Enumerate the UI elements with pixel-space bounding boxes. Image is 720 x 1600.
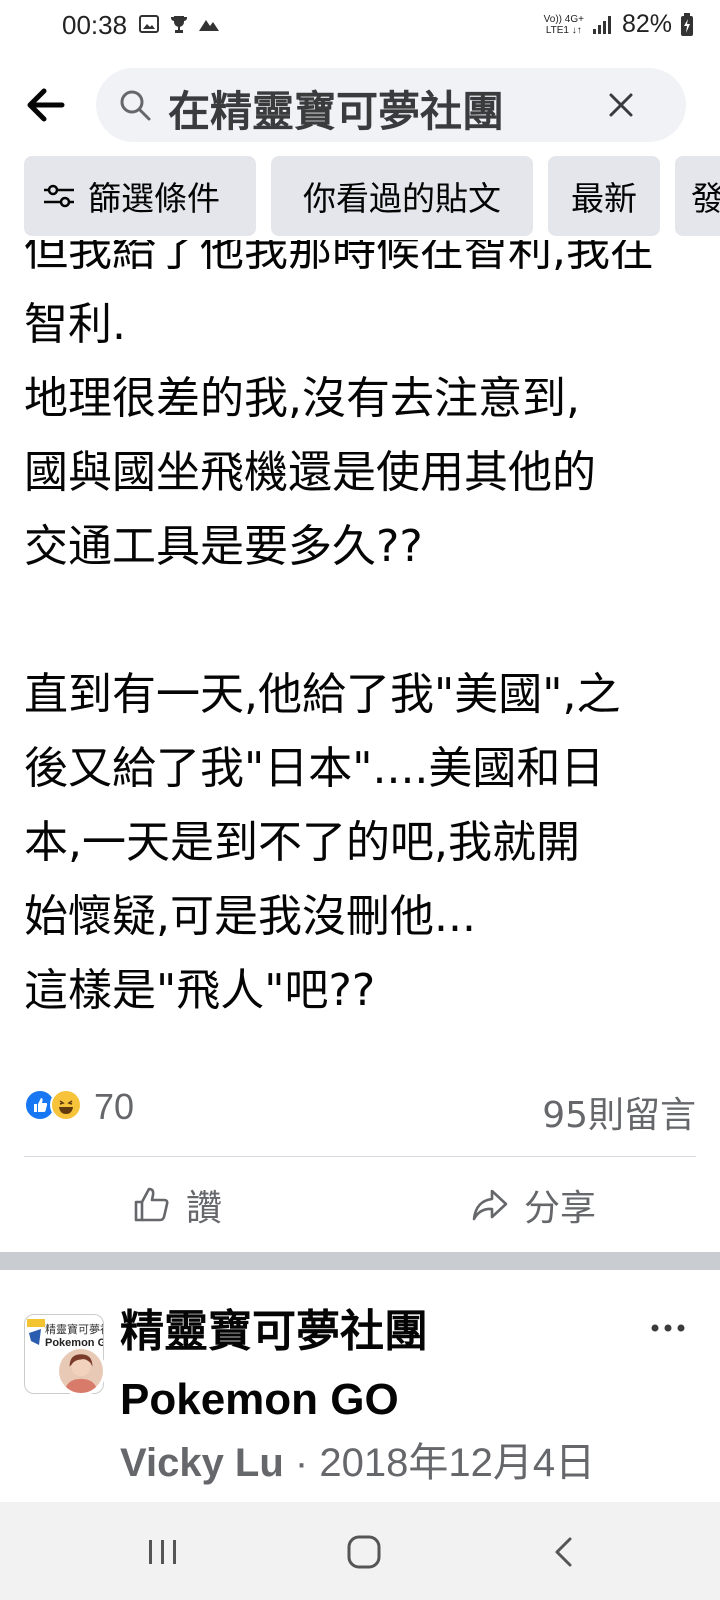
- post-text-cut-line: 但我給了他我那時候在智利,我在: [24, 240, 654, 276]
- user-avatar[interactable]: [56, 1346, 106, 1396]
- home-icon[interactable]: [346, 1534, 382, 1570]
- haha-reaction-icon: [50, 1089, 82, 1121]
- status-right: Vo)) 4G+ LTE1 ↓↑ 82%: [544, 10, 694, 39]
- like-button[interactable]: 讚: [132, 1175, 222, 1235]
- more-chip-label: 發: [691, 179, 720, 218]
- status-bar: 00:38 Vo)) 4G+ LTE1 ↓↑ 82%: [0, 0, 720, 52]
- group-name[interactable]: 精靈寶可夢社團 Pokemon GO: [120, 1298, 640, 1434]
- post-meta: Vicky Lu · 2018年12月4日: [120, 1430, 595, 1488]
- seen-posts-chip[interactable]: 你看過的貼文: [271, 156, 533, 236]
- nav-back-icon[interactable]: [552, 1536, 576, 1568]
- meta-separator: ·: [283, 1441, 320, 1485]
- system-nav-bar: [0, 1502, 720, 1600]
- filter-chip[interactable]: 篩選條件: [24, 156, 256, 236]
- post-date[interactable]: 2018年12月4日: [319, 1441, 595, 1485]
- battery-charging-icon: [681, 12, 693, 36]
- group-name-line1: 精靈寶可夢社團: [120, 1306, 428, 1357]
- share-label: 分享: [524, 1188, 597, 1229]
- post-text: 智利. 地理很差的我,沒有去注意到, 國與國坐飛機還是使用其他的 交通工具是要多…: [24, 299, 621, 1016]
- signal-icon: [592, 15, 611, 34]
- filter-chip-label: 篩選條件: [88, 179, 220, 218]
- next-post-header: 精靈寶可夢社 Pokemon G 精靈寶可夢社團 Pokemon GO Vick…: [0, 1270, 720, 1500]
- network-bottom: LTE1 ↓↑: [545, 24, 582, 36]
- group-avatar-text: 精靈寶可夢社: [45, 1323, 103, 1336]
- pokemon-logo-icon: [27, 1319, 45, 1345]
- thumbs-up-icon: [134, 1187, 169, 1222]
- search-header: 在精靈寶可夢社團: [0, 66, 720, 146]
- share-arrow-icon: [472, 1189, 508, 1221]
- comment-count[interactable]: 95則留言: [542, 1086, 696, 1138]
- latest-chip-label: 最新: [571, 179, 637, 218]
- recent-apps-icon[interactable]: [146, 1538, 180, 1566]
- author-name[interactable]: Vicky Lu: [120, 1441, 284, 1485]
- search-query: 在精靈寶可夢社團: [168, 87, 505, 136]
- latest-chip[interactable]: 最新: [548, 156, 660, 236]
- sliders-icon: [44, 184, 74, 208]
- search-icon: [120, 90, 151, 121]
- clear-icon[interactable]: [606, 90, 636, 120]
- reactions-row[interactable]: 70 95則留言: [24, 1082, 696, 1136]
- action-divider: [24, 1156, 696, 1157]
- post-body: 但我給了他我那時候在智利,我在 智利. 地理很差的我,沒有去注意到, 國與國坐飛…: [0, 240, 720, 1070]
- network-indicator: Vo)) 4G+ LTE1 ↓↑: [544, 14, 584, 36]
- back-arrow-icon[interactable]: [22, 80, 72, 130]
- status-time: 00:38: [62, 10, 128, 40]
- filter-chips: 篩選條件 你看過的貼文 最新 發: [24, 156, 720, 236]
- network-top: Vo)) 4G+: [543, 13, 584, 25]
- mountain-icon: [199, 20, 219, 31]
- group-name-line2: Pokemon GO: [120, 1375, 399, 1424]
- like-label: 讚: [186, 1188, 223, 1229]
- notification-icons: [138, 13, 220, 35]
- more-options-icon[interactable]: [650, 1322, 686, 1334]
- post-separator: [0, 1252, 720, 1270]
- gallery-icon: [139, 15, 159, 33]
- more-chip[interactable]: 發: [675, 156, 720, 236]
- share-button[interactable]: 分享: [470, 1175, 596, 1235]
- seen-posts-chip-label: 你看過的貼文: [303, 179, 501, 218]
- reaction-count: 70: [94, 1086, 135, 1127]
- battery-percent: 82%: [621, 10, 672, 38]
- search-field[interactable]: 在精靈寶可夢社團: [96, 68, 686, 142]
- trophy-icon: [171, 16, 187, 33]
